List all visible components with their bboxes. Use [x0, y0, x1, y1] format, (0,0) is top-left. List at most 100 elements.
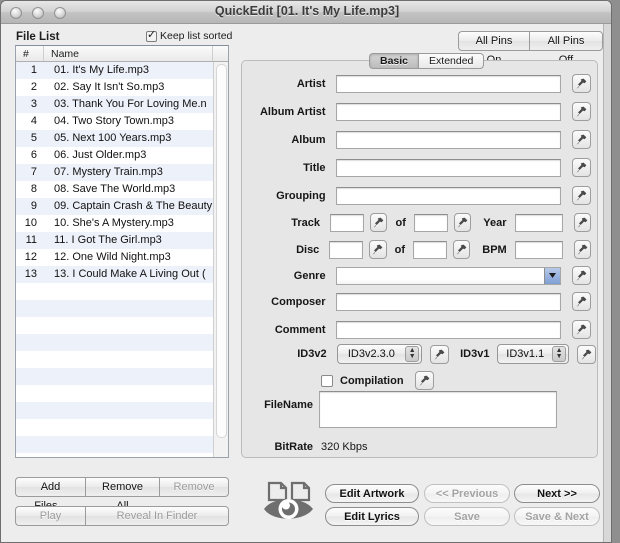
- field-row-title: Title: [251, 158, 591, 177]
- table-row[interactable]: 6 06. Just Older.mp3: [16, 147, 213, 164]
- genre-label: Genre: [293, 269, 326, 282]
- edit-artwork-button[interactable]: Edit Artwork: [325, 484, 419, 503]
- row-filename: 04. Two Story Town.mp3: [54, 115, 175, 127]
- id3v2-label: ID3v2: [297, 348, 327, 360]
- all-pins-on-button[interactable]: All Pins On: [458, 31, 529, 66]
- comment-input[interactable]: [335, 320, 562, 339]
- table-row[interactable]: 10 10. She's A Mystery.mp3: [16, 215, 213, 232]
- table-row[interactable]: 9 09. Captain Crash & The Beauty: [16, 198, 213, 215]
- id3v1-stepper[interactable]: ▲ ▼: [552, 346, 567, 362]
- grouping-input[interactable]: [335, 186, 562, 205]
- grouping-pin-icon[interactable]: [572, 186, 591, 205]
- artist-label: Artist: [296, 77, 326, 90]
- table-row[interactable]: 5 05. Next 100 Years.mp3: [16, 130, 213, 147]
- window-titlebar[interactable]: QuickEdit [01. It's My Life.mp3]: [1, 1, 611, 24]
- column-header-spacer: [213, 46, 228, 61]
- track-total-input[interactable]: [413, 213, 448, 232]
- comment-label: Comment: [274, 323, 326, 336]
- artist-input[interactable]: [335, 74, 562, 93]
- row-index: 6: [30, 149, 37, 161]
- file-list-scrollbar[interactable]: [213, 62, 228, 457]
- artist-pin-icon[interactable]: [572, 74, 591, 93]
- composer-pin-icon[interactable]: [572, 292, 591, 311]
- genre-pin-icon[interactable]: [572, 266, 591, 285]
- table-row[interactable]: 11 11. I Got The Girl.mp3: [16, 232, 213, 249]
- filename-textarea[interactable]: [319, 391, 557, 428]
- row-filename: 13. I Could Make A Living Out (: [54, 268, 206, 280]
- file-list[interactable]: # Name 1 01. It's My Life.mp3 2 02. Say It …: [15, 45, 229, 458]
- disc-total-input[interactable]: [412, 240, 447, 259]
- bpm-input[interactable]: [514, 240, 563, 259]
- file-list-body: 1 01. It's My Life.mp3 2 02. Say It Isn't S…: [16, 62, 228, 457]
- table-row[interactable]: 13 13. I Could Make A Living Out (: [16, 266, 213, 283]
- remove-all-button[interactable]: Remove All: [85, 477, 159, 512]
- table-row[interactable]: 2 02. Say It Isn't So.mp3: [16, 79, 213, 96]
- table-row[interactable]: 4 04. Two Story Town.mp3: [16, 113, 213, 130]
- id3v1-popup[interactable]: ID3v1.1 ▲ ▼: [497, 344, 570, 364]
- chevron-down-icon[interactable]: [544, 267, 561, 284]
- keep-list-sorted-checkbox[interactable]: Keep list sorted: [146, 29, 232, 42]
- empty-row: [16, 351, 213, 368]
- id3v2-popup[interactable]: ID3v2.3.0 ▲ ▼: [336, 344, 423, 364]
- year-input[interactable]: [514, 213, 563, 232]
- play-button[interactable]: Play: [15, 506, 85, 526]
- tab-extended[interactable]: Extended: [418, 53, 485, 69]
- disc-total-pin-icon[interactable]: [452, 240, 471, 259]
- id3v1-label: ID3v1: [460, 348, 490, 360]
- all-pins-off-button[interactable]: All Pins Off: [529, 31, 603, 66]
- bpm-pin-icon[interactable]: [573, 240, 591, 259]
- album-pin-icon[interactable]: [572, 130, 591, 149]
- composer-input[interactable]: [335, 292, 562, 311]
- preview-eye-icon[interactable]: [259, 478, 319, 528]
- row-index: 11: [25, 234, 37, 246]
- year-pin-icon[interactable]: [573, 213, 591, 232]
- empty-row: [16, 283, 213, 300]
- id3v1-pin-icon[interactable]: [577, 344, 596, 364]
- column-header-name[interactable]: Name: [44, 46, 213, 61]
- empty-row: [16, 300, 213, 317]
- field-row-id3: ID3v2 ID3v2.3.0 ▲ ▼ ID3v1 ID3v1.1 ▲ ▼: [251, 344, 596, 364]
- file-actions-group: Add Files... Remove All Remove: [15, 477, 229, 512]
- album-artist-input[interactable]: [335, 102, 562, 121]
- track-pin-icon[interactable]: [370, 213, 388, 232]
- keep-list-sorted-box[interactable]: [146, 29, 157, 42]
- row-filename: 07. Mystery Train.mp3: [54, 166, 163, 178]
- id3v2-pin-icon[interactable]: [430, 344, 450, 364]
- title-pin-icon[interactable]: [572, 158, 591, 177]
- table-row[interactable]: 7 07. Mystery Train.mp3: [16, 164, 213, 181]
- genre-combobox[interactable]: [335, 266, 562, 285]
- file-list-label: File List: [16, 31, 60, 43]
- filename-label: FileName: [264, 399, 313, 411]
- compilation-pin-icon[interactable]: [414, 371, 434, 390]
- table-row[interactable]: 8 08. Save The World.mp3: [16, 181, 213, 198]
- genre-value: [337, 270, 341, 282]
- tab-basic[interactable]: Basic: [369, 53, 419, 69]
- disc-pin-icon[interactable]: [369, 240, 387, 259]
- track-of-label: of: [395, 216, 406, 229]
- table-row[interactable]: 12 12. One Wild Night.mp3: [16, 249, 213, 266]
- row-index: 4: [30, 115, 37, 127]
- empty-row: [16, 402, 213, 419]
- previous-button[interactable]: << Previous: [424, 484, 510, 503]
- table-row[interactable]: 3 03. Thank You For Loving Me.n: [16, 96, 213, 113]
- edit-lyrics-button[interactable]: Edit Lyrics: [325, 507, 419, 526]
- id3v2-stepper[interactable]: ▲ ▼: [405, 346, 420, 362]
- reveal-in-finder-button[interactable]: Reveal In Finder: [85, 506, 229, 526]
- file-list-scrollbar-thumb[interactable]: [216, 64, 227, 438]
- title-input[interactable]: [335, 158, 562, 177]
- next-button[interactable]: Next >>: [514, 484, 600, 503]
- save-and-next-button[interactable]: Save & Next: [514, 507, 600, 526]
- column-header-index[interactable]: #: [16, 46, 44, 61]
- album-artist-pin-icon[interactable]: [572, 102, 591, 121]
- table-row[interactable]: 1 01. It's My Life.mp3: [16, 62, 213, 79]
- track-input[interactable]: [330, 213, 365, 232]
- comment-pin-icon[interactable]: [572, 320, 591, 339]
- compilation-checkbox[interactable]: [321, 374, 333, 387]
- add-files-button[interactable]: Add Files...: [15, 477, 85, 512]
- track-total-pin-icon[interactable]: [453, 213, 472, 232]
- quickedit-window: QuickEdit [01. It's My Life.mp3] File Li…: [0, 0, 612, 543]
- album-input[interactable]: [335, 130, 562, 149]
- disc-input[interactable]: [329, 240, 364, 259]
- save-button[interactable]: Save: [424, 507, 510, 526]
- remove-button[interactable]: Remove: [159, 477, 229, 497]
